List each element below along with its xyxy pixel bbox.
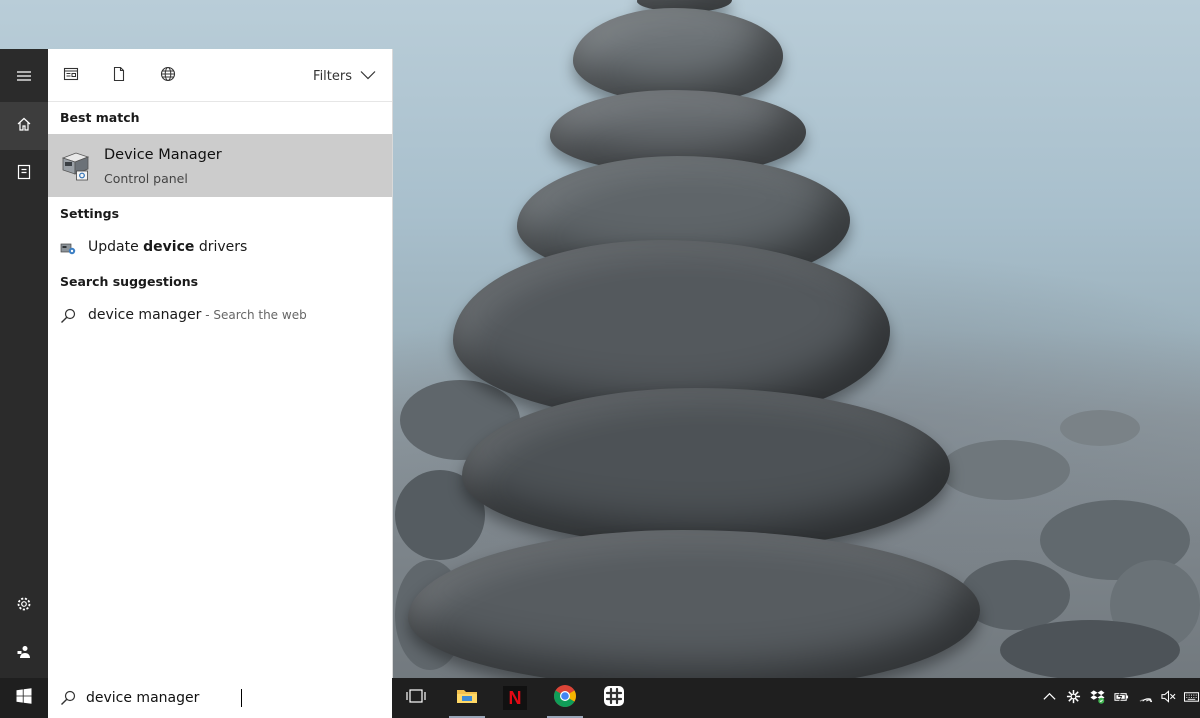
suggestion-label: device manager - Search the web [88, 307, 307, 323]
device-manager-icon [60, 148, 90, 182]
hamburger-icon [16, 68, 32, 88]
wifi-icon [1138, 689, 1153, 708]
chevron-up-icon [1042, 689, 1057, 708]
show-hidden-icons-button[interactable] [1041, 690, 1057, 706]
slack-icon [603, 685, 625, 711]
best-match-subtitle: Control panel [104, 171, 188, 186]
settings-result-update-drivers[interactable]: Update device drivers [48, 234, 392, 262]
battery-tray-button[interactable] [1113, 690, 1129, 706]
best-match-header: Best match [60, 110, 140, 125]
feedback-icon [16, 644, 32, 664]
feedback-button[interactable] [0, 630, 48, 678]
task-view-button[interactable] [392, 678, 440, 718]
keyboard-icon [1183, 689, 1199, 708]
search-filter-toolbar: Filters [48, 49, 392, 102]
network-settings-icon [1066, 689, 1081, 708]
dropbox-icon [1089, 689, 1105, 708]
best-match-result[interactable]: Device Manager Control panel [48, 134, 392, 197]
search-suggestions-header: Search suggestions [60, 274, 199, 289]
notebook-icon [16, 164, 32, 184]
search-icon [60, 690, 76, 706]
network-settings-tray-button[interactable] [1065, 689, 1081, 708]
start-button[interactable] [0, 678, 48, 718]
taskbar: N [0, 678, 1200, 718]
documents-icon [111, 66, 127, 86]
taskbar-search-box[interactable] [48, 678, 392, 718]
chrome-icon [553, 684, 577, 712]
filters-dropdown[interactable]: Filters [313, 66, 376, 86]
chrome-button[interactable] [541, 678, 589, 718]
apps-filter-button[interactable] [60, 65, 82, 87]
text-caret [241, 689, 242, 707]
search-results-panel: Filters Best match Device Manager Contro… [48, 49, 393, 678]
expand-menu-button[interactable] [0, 54, 48, 102]
wifi-tray-button[interactable] [1137, 690, 1153, 706]
file-explorer-button[interactable] [443, 678, 491, 718]
home-icon [16, 116, 32, 136]
start-menu-rail [0, 49, 48, 678]
settings-header: Settings [60, 206, 120, 221]
home-button[interactable] [0, 102, 48, 150]
touch-keyboard-tray-button[interactable] [1183, 690, 1199, 706]
search-icon [60, 308, 76, 324]
documents-filter-button[interactable] [108, 65, 130, 87]
netflix-icon: N [503, 686, 527, 710]
search-input[interactable] [86, 687, 376, 709]
apps-icon [63, 66, 79, 86]
windows-logo-icon [16, 688, 32, 708]
settings-button[interactable] [0, 582, 48, 630]
filters-label: Filters [313, 68, 352, 84]
volume-muted-icon [1160, 689, 1176, 708]
battery-icon [1113, 689, 1129, 708]
folder-icon [456, 687, 478, 709]
web-filter-button[interactable] [157, 65, 179, 87]
netflix-button[interactable]: N [491, 678, 539, 718]
slack-button[interactable] [590, 678, 638, 718]
device-settings-icon [60, 240, 76, 256]
chevron-down-icon [360, 69, 376, 84]
task-view-icon [405, 688, 427, 708]
dropbox-tray-button[interactable] [1089, 689, 1105, 708]
volume-tray-button[interactable] [1160, 689, 1176, 708]
best-match-title: Device Manager [104, 147, 222, 163]
web-search-suggestion[interactable]: device manager - Search the web [48, 302, 392, 330]
notebook-button[interactable] [0, 150, 48, 198]
update-device-drivers-label: Update device drivers [88, 239, 248, 255]
gear-icon [16, 596, 32, 616]
web-icon [160, 66, 176, 86]
